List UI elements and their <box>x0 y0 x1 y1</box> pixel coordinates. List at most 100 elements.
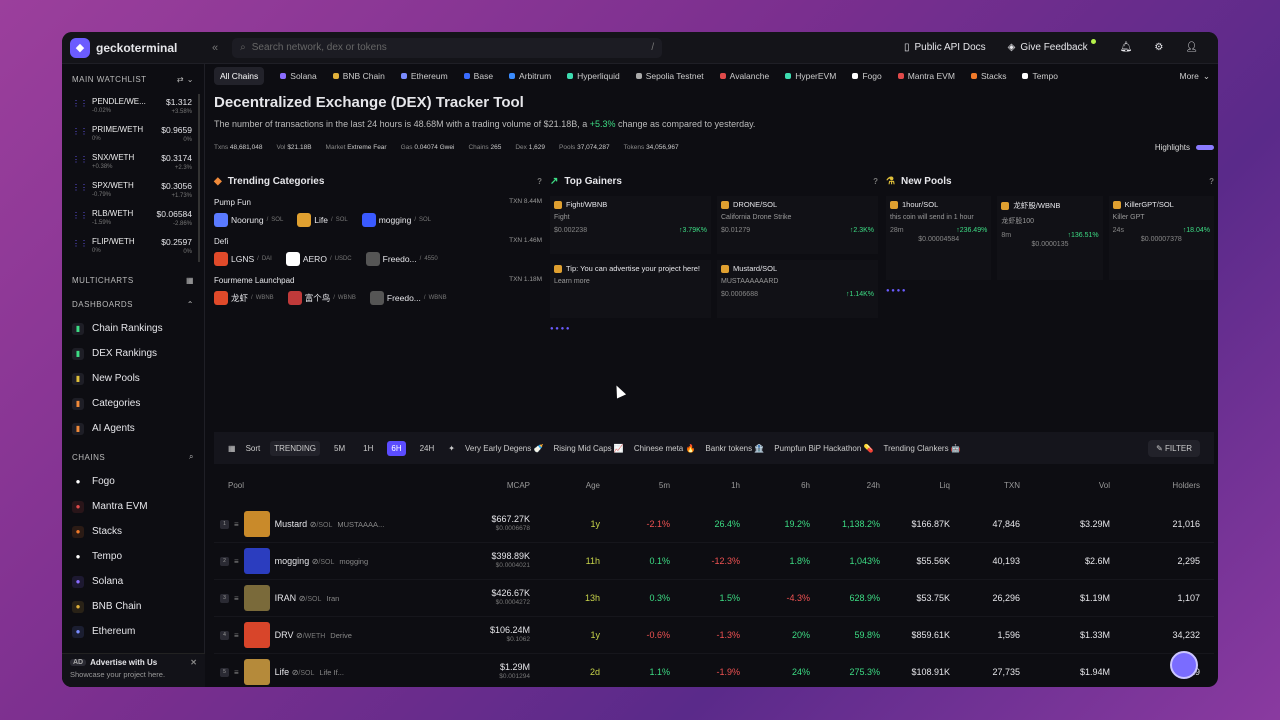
filter-tag[interactable]: Pumpfun BiP Hackathon 💊 <box>774 444 873 453</box>
table-row[interactable]: 1 ≡ Mustard ⊘/SOL MUSTAAAA... $667.27K $0.00… <box>214 506 1214 543</box>
column-header[interactable]: TXN <box>950 481 1020 490</box>
grid-icon[interactable]: ▦ <box>228 444 236 453</box>
collapse-sidebar-icon[interactable]: « <box>212 42 218 54</box>
column-header[interactable]: Pool <box>220 481 460 490</box>
table-row[interactable]: 2 ≡ mogging ⊘/SOL mogging $398.89K $0.000402… <box>214 543 1214 580</box>
timeframe-button[interactable]: 5M <box>330 441 349 456</box>
gainer-card[interactable]: Fight/WBNB Fight $0.002238 ↑3.79K% <box>550 196 711 254</box>
column-header[interactable]: Holders <box>1110 481 1200 490</box>
user-icon[interactable]: 👤︎ <box>1185 42 1198 53</box>
gainer-card[interactable]: DRONE/SOL California Drone Strike $0.01279… <box>717 196 878 254</box>
drag-handle-icon[interactable]: ⋮⋮ <box>72 183 88 203</box>
drag-handle-icon[interactable]: ⋮⋮ <box>72 211 88 231</box>
chain-tab[interactable]: All Chains <box>214 67 265 85</box>
chat-fab-button[interactable] <box>1170 651 1198 679</box>
new-pool-card[interactable]: KillerGPT/SOL Killer GPT 24s ↑18.04% $0.0000… <box>1108 196 1214 280</box>
filter-tag[interactable]: Rising Mid Caps 📈 <box>553 444 623 453</box>
star-icon[interactable]: ≡ <box>234 557 239 566</box>
filter-tag[interactable]: Chinese meta 🔥 <box>634 444 696 453</box>
dashboard-item[interactable]: ▮ Chain Rankings <box>62 316 204 341</box>
chain-tab[interactable]: Tempo <box>1022 71 1058 81</box>
category-token[interactable]: AERO / USDC <box>285 252 352 266</box>
drag-handle-icon[interactable]: ⋮⋮ <box>72 127 88 147</box>
timeframe-button[interactable]: 24H <box>416 441 439 456</box>
star-icon[interactable]: ≡ <box>234 668 239 677</box>
category-token[interactable]: Freedo... / WBNB <box>369 291 447 305</box>
search-chains-icon[interactable]: ⌕ <box>189 452 194 462</box>
feedback-button[interactable]: ◈ Give Feedback <box>1008 39 1098 53</box>
chain-tab[interactable]: Arbitrum <box>509 71 551 81</box>
watchlist-item[interactable]: ⋮⋮ SPX/WETH -0.79% $0.3056 +1.73% <box>66 178 198 206</box>
drag-handle-icon[interactable]: ⋮⋮ <box>72 99 88 119</box>
chain-item[interactable]: ● Ethereum <box>62 619 204 644</box>
star-icon[interactable]: ≡ <box>234 520 239 529</box>
multichart-icon[interactable]: ▦ <box>186 276 194 285</box>
gainer-card[interactable]: Mustard/SOL MUSTAAAAAARD $0.0006688 ↑1.14K% <box>717 260 878 318</box>
column-header[interactable]: 1h <box>670 481 740 490</box>
watchlist-item[interactable]: ⋮⋮ PRIME/WETH 0% $0.9659 0% <box>66 122 198 150</box>
info-icon[interactable]: ? <box>873 177 878 186</box>
drag-handle-icon[interactable]: ⋮⋮ <box>72 155 88 175</box>
category-token[interactable]: Noorung / SOL <box>214 213 283 227</box>
star-icon[interactable]: ≡ <box>234 594 239 603</box>
filter-tag[interactable]: Very Early Degens 🍼 <box>465 444 543 453</box>
search-input[interactable]: ⌕ Search network, dex or tokens / <box>232 37 663 58</box>
column-header[interactable]: 5m <box>600 481 670 490</box>
dashboard-item[interactable]: ▮ DEX Rankings <box>62 341 204 366</box>
advertise-banner[interactable]: AD Advertise with Us ✕ Showcase your proje… <box>62 653 205 687</box>
dashboards-title[interactable]: DASHBOARDS <box>72 300 133 309</box>
chain-item[interactable]: ● Stacks <box>62 519 204 544</box>
new-pool-card[interactable]: 龙虾股/WBNB 龙虾股100 8m ↑136.51% $0.0000135 <box>997 196 1103 280</box>
category-token[interactable]: LGNS / DAI <box>214 252 272 266</box>
chain-item[interactable]: ● Solana <box>62 569 204 594</box>
chain-tab[interactable]: Base <box>463 71 493 81</box>
category-token[interactable]: mogging / SOL <box>361 213 431 227</box>
dashboard-item[interactable]: ▮ New Pools <box>62 366 204 391</box>
column-header[interactable]: 24h <box>810 481 880 490</box>
category-token[interactable]: Freedo.../4550 <box>365 252 438 266</box>
chain-tab[interactable]: Hyperliquid <box>567 71 620 81</box>
info-icon[interactable]: ? <box>1209 177 1214 186</box>
column-header[interactable]: Vol <box>1020 481 1110 490</box>
logo[interactable]: ◆ geckoterminal <box>70 37 212 58</box>
dashboard-item[interactable]: ▮ AI Agents <box>62 416 204 441</box>
chevron-up-icon[interactable]: ⌃ <box>187 300 194 309</box>
watchlist-item[interactable]: ⋮⋮ FLIP/WETH 0% $0.2597 0% <box>66 234 198 262</box>
timeframe-button[interactable]: 6H <box>387 440 406 456</box>
table-row[interactable]: 5 ≡ Life ⊘/SOL Life If... $1.29M $0.001294 2… <box>214 654 1214 687</box>
chain-tab[interactable]: BNB Chain <box>332 71 385 81</box>
filter-tag[interactable]: Trending Clankers 🤖 <box>884 444 961 453</box>
filter-tag[interactable]: Bankr tokens 🏦 <box>705 444 764 453</box>
pager-dots[interactable]: ● ● ● ● <box>550 326 878 332</box>
category-row[interactable]: Pump Fun TXN 8.44M <box>214 198 542 207</box>
api-docs-link[interactable]: ▯ Public API Docs <box>904 42 986 53</box>
timeframe-button[interactable]: 1H <box>359 441 377 456</box>
toggle-switch[interactable] <box>1196 145 1214 150</box>
column-header[interactable]: Liq <box>880 481 950 490</box>
more-chains-button[interactable]: More ⌄ <box>1180 71 1211 82</box>
category-token[interactable]: 龙虾 / WBNB <box>214 291 274 305</box>
chain-tab[interactable]: HyperEVM <box>785 71 836 81</box>
pager-dots[interactable]: ● ● ● ● <box>886 288 1214 294</box>
table-row[interactable]: 3 ≡ IRAN ⊘/SOL Iran $426.67K $0.0004272 13h … <box>214 580 1214 617</box>
chain-item[interactable]: ● Fogo <box>62 469 204 494</box>
new-pool-card[interactable]: 1hour/SOL this coin will send in 1 hour 28… <box>886 196 992 280</box>
chain-item[interactable]: ● Mantra EVM <box>62 494 204 519</box>
highlights-toggle[interactable]: Highlights <box>1155 143 1214 152</box>
column-header[interactable]: 6h <box>740 481 810 490</box>
chain-tab[interactable]: Fogo <box>852 71 882 81</box>
filter-button[interactable]: ✎ FILTER <box>1148 439 1200 457</box>
dashboard-item[interactable]: ▮ Categories <box>62 391 204 416</box>
category-token[interactable]: Life / SOL <box>297 213 348 227</box>
watchlist-item[interactable]: ⋮⋮ PENDLE/WE... -0.02% $1.312 +3.58% <box>66 94 198 122</box>
table-row[interactable]: 4 ≡ DRV ⊘/WETH Derive $106.24M $0.1062 1y -0… <box>214 617 1214 654</box>
close-icon[interactable]: ✕ <box>190 658 197 667</box>
category-row[interactable]: Defi TXN 1.46M <box>214 237 542 246</box>
chain-tab[interactable]: Solana <box>280 71 317 81</box>
bell-icon[interactable]: 🔔︎ <box>1120 42 1133 53</box>
chain-tab[interactable]: Sepolia Testnet <box>635 71 704 81</box>
gainer-card[interactable]: Tip: You can advertise your project here… <box>550 260 711 318</box>
watchlist-item[interactable]: ⋮⋮ SNX/WETH +0.38% $0.3174 +2.3% <box>66 150 198 178</box>
column-header[interactable]: MCAP <box>460 481 530 490</box>
drag-handle-icon[interactable]: ⋮⋮ <box>72 239 88 259</box>
